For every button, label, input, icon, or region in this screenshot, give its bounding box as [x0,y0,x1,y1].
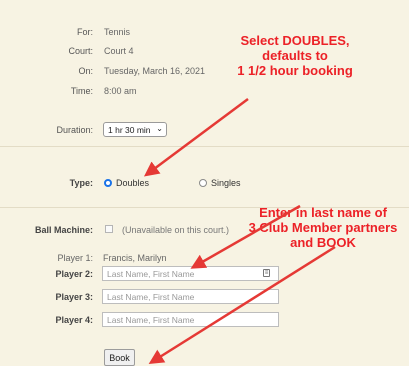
arrow-to-book [148,245,336,364]
arrow-to-doubles [143,97,249,177]
arrow-to-player-2 [190,204,301,269]
annotation-arrows [143,97,336,364]
